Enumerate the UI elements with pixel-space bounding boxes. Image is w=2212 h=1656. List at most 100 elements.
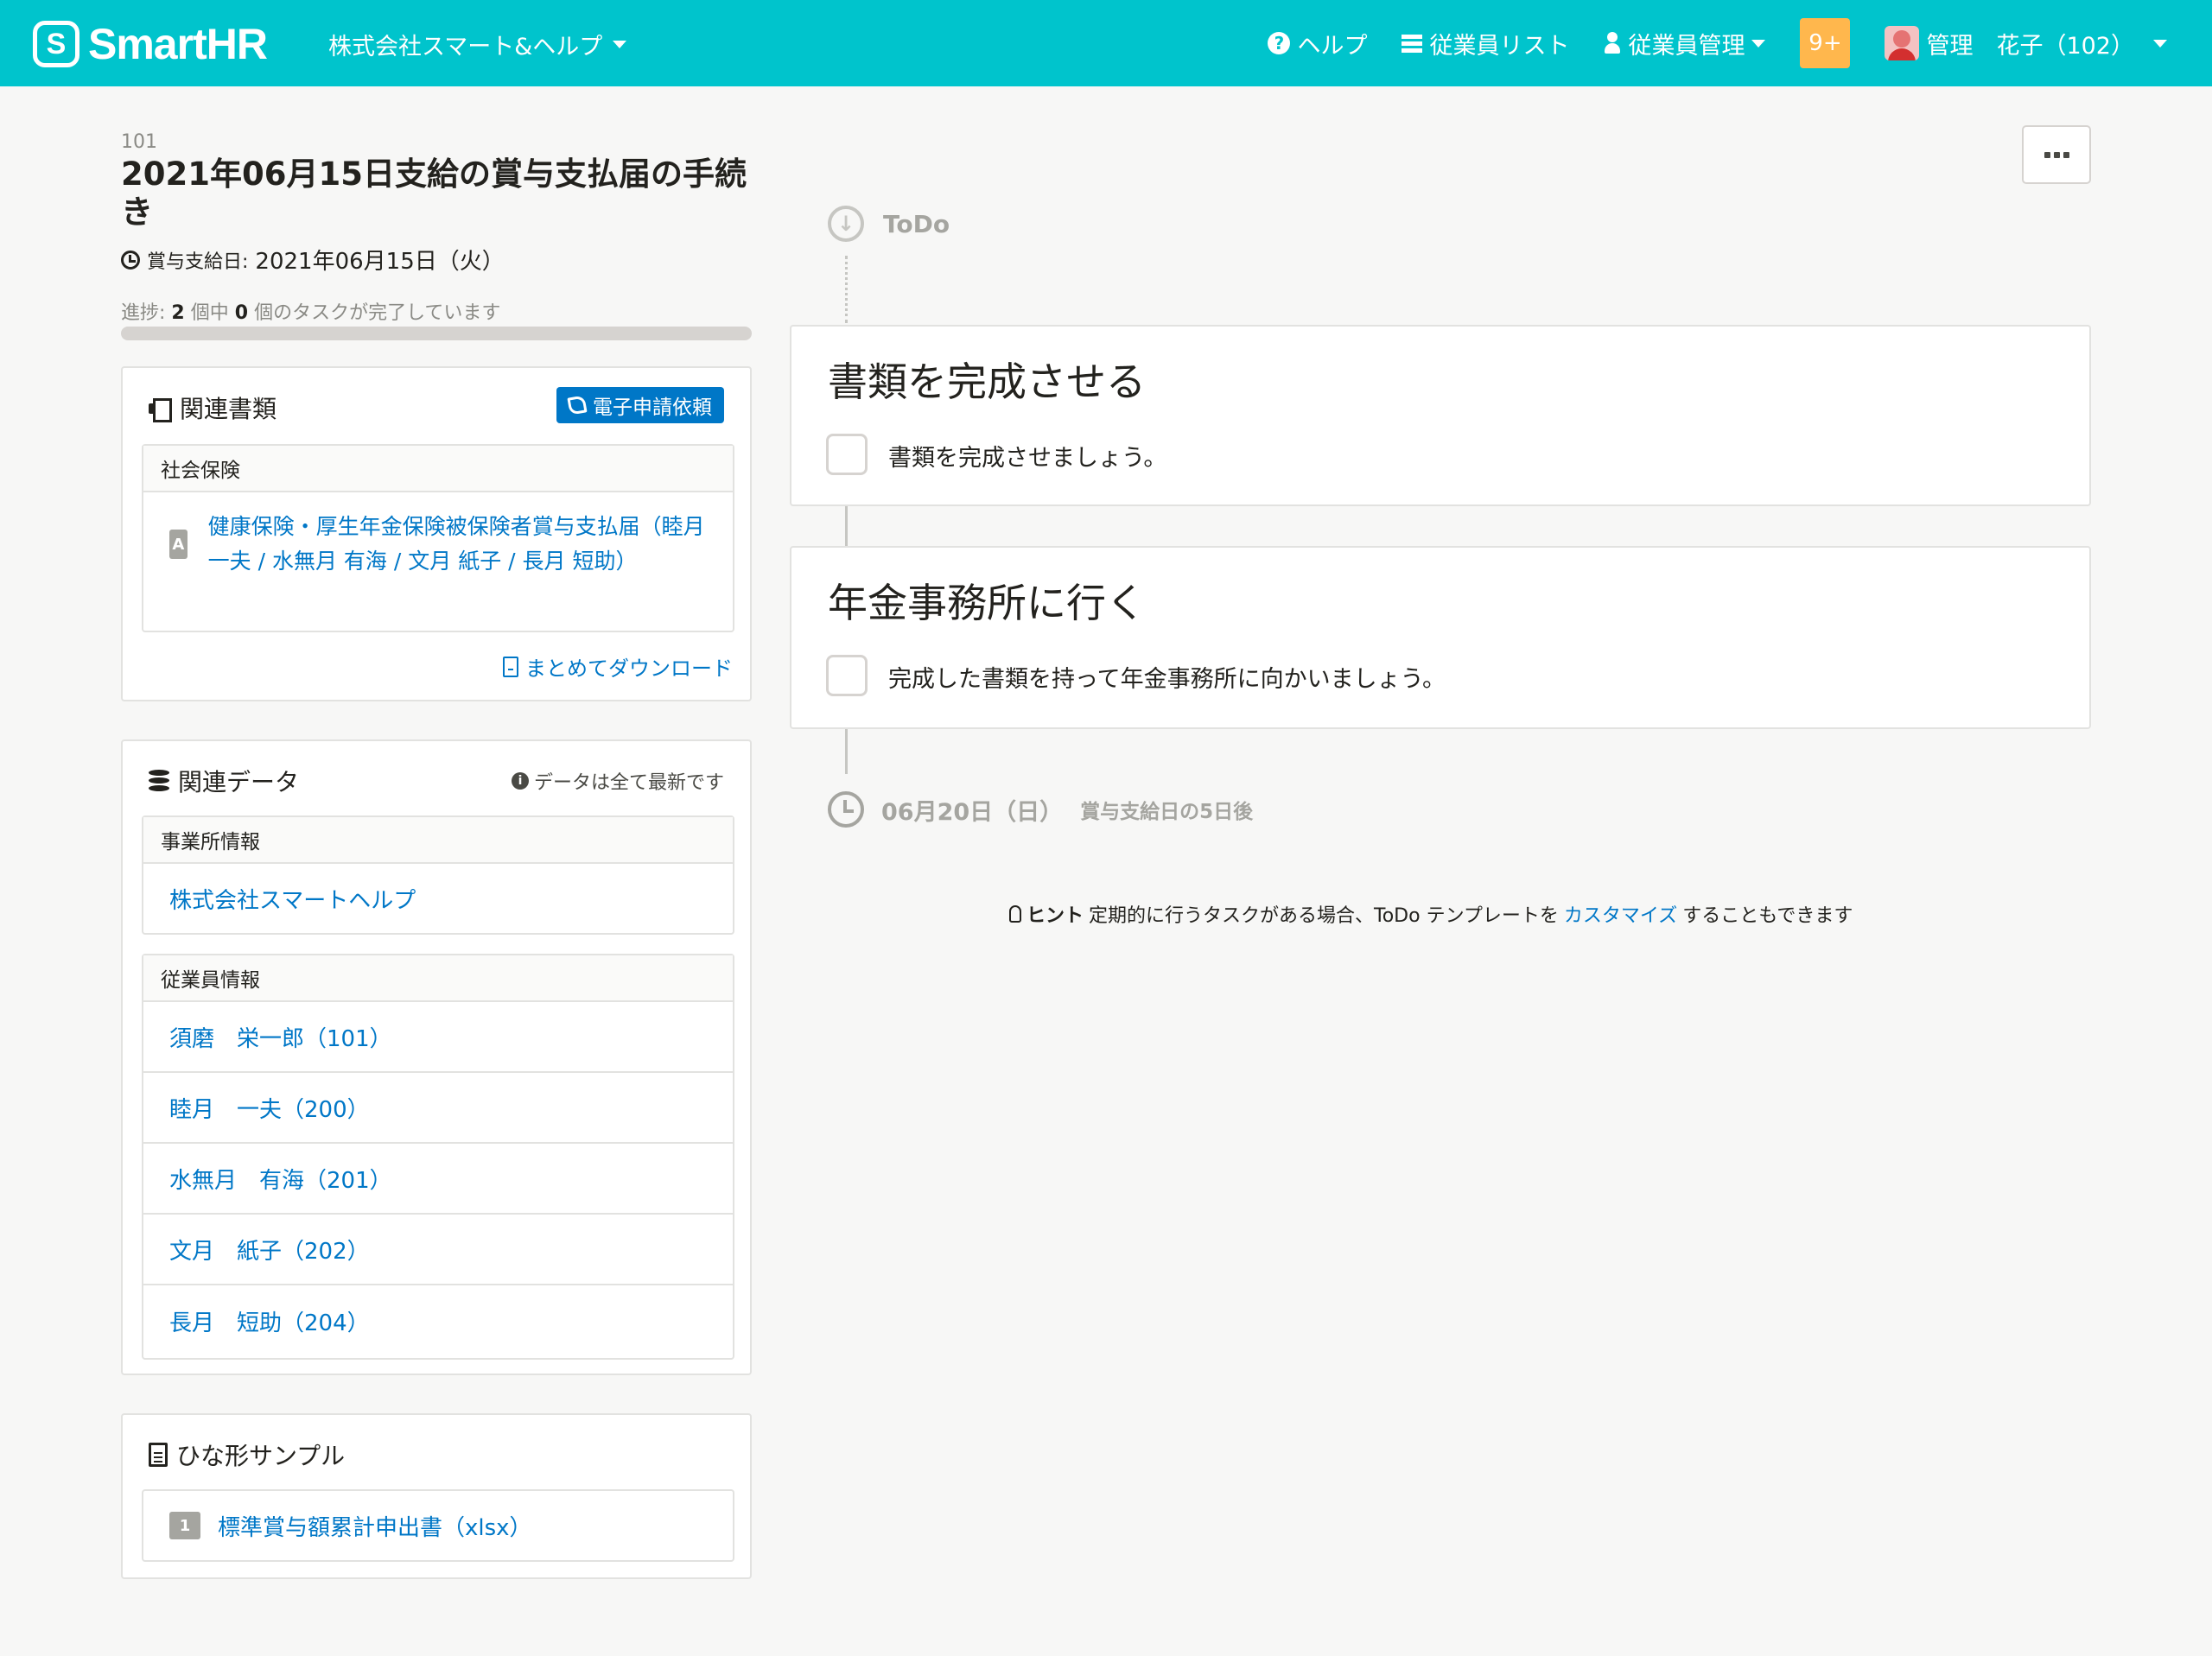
- lightbulb-icon: [1009, 905, 1021, 923]
- employee-header: 従業員情報: [143, 955, 733, 1002]
- timeline-line: [845, 506, 848, 546]
- progress-suffix: 個のタスクが完了しています: [254, 302, 501, 324]
- task-card: 年金事務所に行く 完成した書類を持って年金事務所に向かいましょう。: [790, 546, 2091, 729]
- smarthr-logo[interactable]: S SmartHR: [33, 20, 268, 68]
- nav-right: ? ヘルプ 従業員リスト 従業員管理 9+ 管理 花子（102）: [1268, 0, 2167, 86]
- progress-done: 0: [234, 302, 249, 324]
- bulk-download-label: まとめてダウンロード: [525, 657, 733, 681]
- logo-text: SmartHR: [88, 20, 268, 68]
- document-link[interactable]: 健康保険・厚生年金保険被保険者賞与支払届（睦月 一夫 / 水無月 有海 / 文月…: [208, 510, 715, 579]
- file-download-icon: [503, 656, 518, 677]
- employee-link[interactable]: 水無月 有海（201）: [143, 1144, 733, 1215]
- dot: [2044, 151, 2050, 158]
- clock-icon: [121, 250, 140, 270]
- task-description: 完成した書類を持って年金事務所に向かいましょう。: [888, 666, 1446, 693]
- timeline-line: [845, 726, 848, 774]
- employee-link[interactable]: 文月 紙子（202）: [143, 1215, 733, 1285]
- deadline-date: 06月20日（日）: [881, 798, 1064, 826]
- pay-date-label: 賞与支給日:: [147, 251, 249, 273]
- employee-info-box: 従業員情報 須磨 栄一郎（101） 睦月 一夫（200） 水無月 有海（201）…: [142, 954, 734, 1360]
- social-insurance-box: 社会保険 A 健康保険・厚生年金保険被保険者賞与支払届（睦月 一夫 / 水無月 …: [142, 444, 734, 632]
- user-menu[interactable]: 管理 花子（102）: [1885, 26, 2167, 60]
- chevron-down-icon: [613, 41, 627, 48]
- user-icon: [1604, 32, 1621, 54]
- employee-mgmt-menu[interactable]: 従業員管理: [1604, 27, 1766, 60]
- progress-prefix: 進捗:: [121, 302, 166, 324]
- pay-date-value: 2021年06月15日（火）: [255, 249, 505, 275]
- related-docs-header: 関連書類: [149, 390, 276, 425]
- paper-plane-icon: [567, 395, 588, 416]
- clock-icon: [828, 791, 864, 828]
- more-options-button[interactable]: [2022, 125, 2091, 184]
- office-header: 事業所情報: [143, 817, 733, 864]
- chevron-down-icon: [2153, 39, 2167, 48]
- database-icon: [149, 770, 169, 792]
- hint-text-end: することもできます: [1682, 905, 1853, 927]
- progress-text: 進捗: 2 個中 0 個のタスクが完了しています: [121, 297, 500, 325]
- office-link[interactable]: 株式会社スマートヘルプ: [143, 864, 733, 933]
- data-status-note: i データは全て最新です: [511, 767, 724, 795]
- related-docs-panel: 関連書類 電子申請依頼 社会保険 A 健康保険・厚生年金保険被保険者賞与支払届（…: [121, 366, 752, 701]
- task-card: 書類を完成させる 書類を完成させましょう。: [790, 325, 2091, 506]
- templates-header: ひな形サンプル: [149, 1437, 345, 1472]
- arrow-down-circle-icon: ↓: [828, 206, 864, 242]
- e-application-button[interactable]: 電子申請依頼: [556, 387, 724, 423]
- deadline-marker: 06月20日（日） 賞与支給日の5日後: [828, 791, 1253, 828]
- category-header: 社会保険: [143, 446, 733, 492]
- notification-badge[interactable]: 9+: [1800, 18, 1851, 68]
- hint: ヒント 定期的に行うタスクがある場合、ToDo テンプレートを カスタマイズ す…: [1009, 900, 1853, 928]
- user-name: 管理 花子（102）: [1926, 32, 2134, 60]
- related-data-header: 関連データ: [149, 764, 299, 798]
- related-data-title: 関連データ: [178, 768, 300, 796]
- task-title: 書類を完成させる: [828, 358, 1146, 405]
- info-icon: i: [511, 772, 529, 790]
- question-circle-icon: ?: [1268, 32, 1291, 54]
- deadline-relative: 賞与支給日の5日後: [1080, 801, 1254, 823]
- office-info-box: 事業所情報 株式会社スマートヘルプ: [142, 815, 734, 935]
- chevron-down-icon: [1751, 39, 1766, 48]
- template-item: 1 標準賞与額累計申出書（xlsx）: [142, 1489, 734, 1562]
- progress-mid: 個中: [190, 302, 229, 324]
- timeline-dotted-line: [845, 256, 848, 323]
- employee-link[interactable]: 須磨 栄一郎（101）: [143, 1002, 733, 1073]
- logo-mark-icon: S: [33, 21, 79, 67]
- template-link[interactable]: 標準賞与額累計申出書（xlsx）: [218, 1510, 532, 1542]
- data-status-text: データは全て最新です: [533, 772, 724, 794]
- template-badge: 1: [169, 1512, 200, 1539]
- employee-link[interactable]: 長月 短助（204）: [143, 1285, 733, 1356]
- help-label: ヘルプ: [1297, 32, 1368, 60]
- pay-date: 賞与支給日: 2021年06月15日（火）: [121, 244, 505, 276]
- company-switcher[interactable]: 株式会社スマート&ヘルプ: [328, 28, 627, 61]
- document-item: A 健康保険・厚生年金保険被保険者賞与支払届（睦月 一夫 / 水無月 有海 / …: [143, 492, 733, 596]
- task-checkbox[interactable]: [826, 655, 868, 696]
- task-checkbox[interactable]: [826, 434, 868, 475]
- top-navbar: S SmartHR 株式会社スマート&ヘルプ ? ヘルプ 従業員リスト 従業員管…: [0, 0, 2212, 86]
- employee-mgmt-label: 従業員管理: [1628, 32, 1745, 60]
- e-application-label: 電子申請依頼: [593, 397, 712, 419]
- doc-badge: A: [169, 530, 188, 559]
- dot: [2063, 151, 2069, 158]
- company-name: 株式会社スマート&ヘルプ: [328, 34, 603, 60]
- bulk-download-link[interactable]: まとめてダウンロード: [503, 651, 733, 682]
- task-title: 年金事務所に行く: [828, 580, 1146, 626]
- progress-bar: [121, 327, 752, 340]
- document-icon: [149, 1443, 168, 1467]
- print-icon: [149, 398, 172, 422]
- customize-link[interactable]: カスタマイズ: [1564, 900, 1677, 928]
- list-icon: [1402, 34, 1423, 53]
- help-link[interactable]: ? ヘルプ: [1268, 27, 1367, 60]
- dot: [2053, 151, 2060, 158]
- todo-header: ↓ ToDo: [828, 206, 950, 242]
- related-docs-title: 関連書類: [180, 395, 277, 423]
- avatar: [1885, 26, 1920, 60]
- templates-panel: ひな形サンプル 1 標準賞与額累計申出書（xlsx）: [121, 1413, 752, 1579]
- task-description: 書類を完成させましょう。: [888, 445, 1167, 472]
- progress-total: 2: [171, 302, 185, 324]
- page-title: 2021年06月15日支給の賞与支払届の手続き: [121, 155, 747, 231]
- employee-list-link[interactable]: 従業員リスト: [1402, 27, 1569, 60]
- employee-link[interactable]: 睦月 一夫（200）: [143, 1073, 733, 1144]
- hint-label: ヒント: [1027, 905, 1084, 927]
- templates-title: ひな形サンプル: [176, 1442, 346, 1470]
- hint-text: 定期的に行うタスクがある場合、ToDo テンプレートを: [1089, 905, 1559, 927]
- todo-label: ToDo: [883, 209, 950, 238]
